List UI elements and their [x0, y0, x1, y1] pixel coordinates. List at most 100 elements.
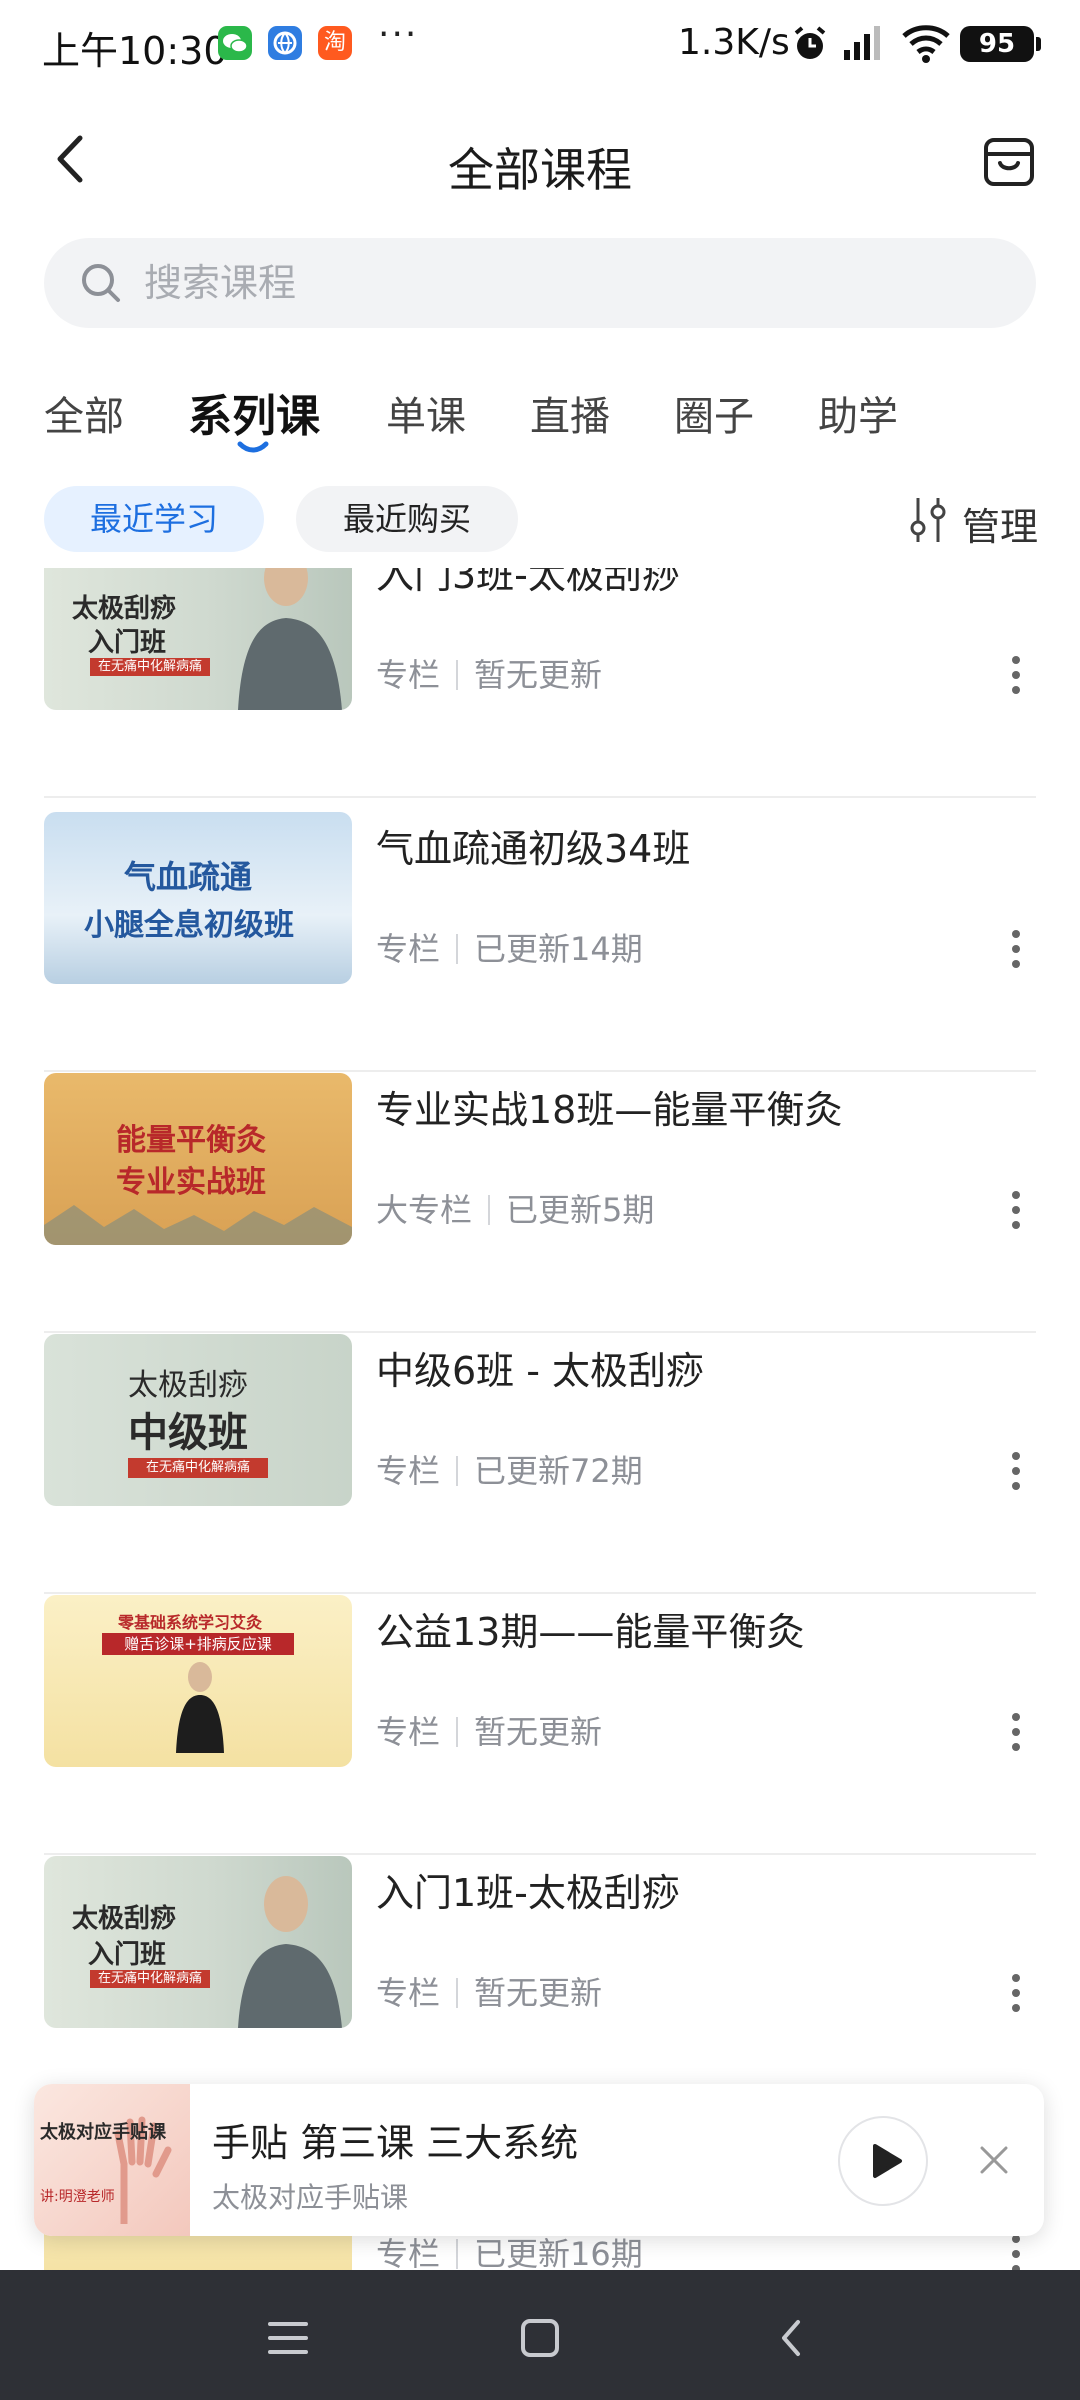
header: 全部课程 — [0, 110, 1080, 210]
course-thumbnail: 零基础系统学习艾灸 赠舌诊课+排病反应课 — [44, 1595, 352, 1767]
teacher-photo — [238, 568, 342, 710]
more-options-icon[interactable] — [1004, 1446, 1028, 1496]
course-status: 已更新72期 — [474, 1452, 643, 1490]
teacher-photo — [238, 1876, 342, 2028]
course-status: 暂无更新 — [474, 1713, 603, 1751]
course-title: 入门3班-太极刮痧 — [376, 568, 680, 597]
course-title: 公益13期——能量平衡灸 — [376, 1610, 805, 1654]
course-status: 暂无更新 — [474, 656, 603, 694]
tab-all[interactable]: 全部 — [44, 384, 124, 442]
thumb-title: 气血疏通 — [124, 858, 253, 896]
thumb-title: 太极刮痧 — [128, 1368, 248, 1403]
meta-divider — [488, 1195, 491, 1225]
thumb-subtitle: 赠舌诊课+排病反应课 — [102, 1633, 294, 1655]
tab-circle[interactable]: 圈子 — [674, 384, 754, 442]
course-thumbnail: 气血疏通 小腿全息初级班 — [44, 812, 352, 984]
course-thumbnail: 太极刮痧 中级班 在无痛中化解病痛 — [44, 1334, 352, 1506]
search-bar[interactable] — [44, 238, 1036, 328]
wifi-icon — [902, 25, 950, 63]
teacher-photo — [176, 1662, 224, 1753]
filter-recent-study[interactable]: 最近学习 — [44, 486, 264, 552]
course-list[interactable]: 太极刮痧 入门班 在无痛中化解病痛 入门3班-太极刮痧 专栏 暂无更新 气血疏通 … — [0, 568, 1080, 2270]
course-thumbnail: 太极刮痧 入门班 在无痛中化解病痛 — [44, 1856, 352, 2028]
sliders-icon — [910, 498, 946, 542]
thumb-subtitle: 中级班 — [128, 1409, 248, 1456]
tab-series[interactable]: 系列课 — [188, 380, 320, 444]
alarm-icon — [794, 26, 826, 59]
course-item[interactable]: 能量平衡灸 专业实战班 专业实战18班—能量平衡灸 大专栏 已更新5期 — [44, 1073, 1036, 1333]
course-type: 专栏 — [376, 656, 441, 694]
system-nav-bar — [0, 2270, 1080, 2400]
course-status: 已更新5期 — [506, 1191, 655, 1229]
tab-live[interactable]: 直播 — [530, 384, 610, 442]
course-meta: 大专栏 已更新5期 — [376, 1185, 654, 1231]
thumb-title: 能量平衡灸 — [116, 1123, 266, 1158]
manage-button[interactable]: 管理 — [908, 492, 1038, 549]
thumb-title: 太极刮痧 — [72, 594, 177, 624]
course-type: 大专栏 — [376, 1191, 473, 1229]
manage-label: 管理 — [962, 505, 1039, 549]
player-subtitle: 太极对应手贴课 — [212, 2181, 409, 2214]
course-meta: 专栏 暂无更新 — [376, 1968, 602, 2014]
course-type: 专栏 — [376, 1974, 441, 2012]
thumb-subtitle: 入门班 — [88, 1940, 167, 1970]
thumb-ribbon: 在无痛中化解病痛 — [90, 658, 210, 676]
battery-indicator: 95 — [960, 26, 1041, 62]
course-type: 专栏 — [376, 2235, 441, 2270]
wechat-icon — [218, 26, 252, 60]
course-title: 入门1班-太极刮痧 — [376, 1871, 680, 1915]
meta-divider — [456, 2239, 459, 2269]
cover-title: 太极对应手贴课 — [40, 2122, 166, 2143]
search-input[interactable] — [144, 238, 1004, 328]
meta-divider — [456, 1456, 459, 1486]
course-meta: 专栏 暂无更新 — [376, 650, 602, 696]
active-tab-indicator — [237, 441, 269, 453]
meta-divider — [456, 660, 459, 690]
course-item[interactable]: 太极刮痧 入门班 在无痛中化解病痛 入门1班-太极刮痧 专栏 暂无更新 — [44, 1856, 1036, 2116]
status-more: ··· — [378, 14, 419, 55]
course-meta: 专栏 已更新14期 — [376, 924, 643, 970]
net-speed: 1.3K/s — [678, 22, 790, 63]
more-options-icon[interactable] — [1004, 1185, 1028, 1235]
signal-icon — [844, 26, 880, 60]
taobao-icon: 淘 — [318, 26, 352, 60]
course-status: 暂无更新 — [474, 1974, 603, 2012]
shop-icon[interactable] — [978, 130, 1040, 192]
more-options-icon[interactable] — [1004, 1707, 1028, 1757]
course-type: 专栏 — [376, 1713, 441, 1751]
thumb-ribbon: 在无痛中化解病痛 — [128, 1458, 268, 1478]
play-button[interactable] — [838, 2116, 928, 2206]
player-cover: 太极对应手贴课 讲:明澄老师 — [34, 2084, 190, 2236]
thumb-title: 零基础系统学习艾灸 — [118, 1613, 263, 1632]
category-tabs: 全部 系列课 单课 直播 圈子 助学 — [0, 378, 1080, 458]
tab-single[interactable]: 单课 — [386, 384, 466, 442]
more-options-icon[interactable] — [1004, 650, 1028, 700]
course-item[interactable]: 太极刮痧 中级班 在无痛中化解病痛 中级6班 - 太极刮痧 专栏 已更新72期 — [44, 1334, 1036, 1594]
course-thumbnail: 太极刮痧 入门班 在无痛中化解病痛 — [44, 568, 352, 710]
home-icon[interactable] — [510, 2308, 570, 2368]
course-item[interactable]: 太极刮痧 入门班 在无痛中化解病痛 入门3班-太极刮痧 专栏 暂无更新 — [44, 568, 1036, 798]
play-icon — [873, 2144, 902, 2178]
back-icon[interactable] — [762, 2308, 822, 2368]
course-title: 专业实战18班—能量平衡灸 — [376, 1088, 843, 1132]
more-options-icon[interactable] — [1004, 1968, 1028, 2018]
player-title: 手贴 第三课 三大系统 — [212, 2121, 579, 2165]
course-item[interactable]: 零基础系统学习艾灸 赠舌诊课+排病反应课 公益13期——能量平衡灸 专栏 暂无更新 — [44, 1595, 1036, 1855]
close-icon[interactable] — [974, 2140, 1014, 2180]
course-item[interactable]: 气血疏通 小腿全息初级班 气血疏通初级34班 专栏 已更新14期 — [44, 812, 1036, 1072]
course-status: 已更新14期 — [474, 930, 643, 968]
thumb-subtitle: 小腿全息初级班 — [84, 908, 294, 943]
tab-study-aid[interactable]: 助学 — [818, 384, 898, 442]
meta-divider — [456, 1717, 459, 1747]
thumb-subtitle: 入门班 — [88, 628, 167, 658]
course-meta: 专栏 已更新72期 — [376, 1446, 643, 1492]
more-options-icon[interactable] — [1004, 924, 1028, 974]
menu-icon[interactable] — [258, 2308, 318, 2368]
mini-player[interactable]: 太极对应手贴课 讲:明澄老师 手贴 第三课 三大系统 太极对应手贴课 — [34, 2084, 1044, 2236]
course-type: 专栏 — [376, 930, 441, 968]
course-title: 中级6班 - 太极刮痧 — [376, 1349, 705, 1393]
filter-recent-purchase[interactable]: 最近购买 — [296, 486, 518, 552]
course-title: 气血疏通初级34班 — [376, 827, 691, 871]
course-status: 已更新16期 — [474, 2235, 643, 2270]
thumb-title: 太极刮痧 — [72, 1904, 177, 1934]
